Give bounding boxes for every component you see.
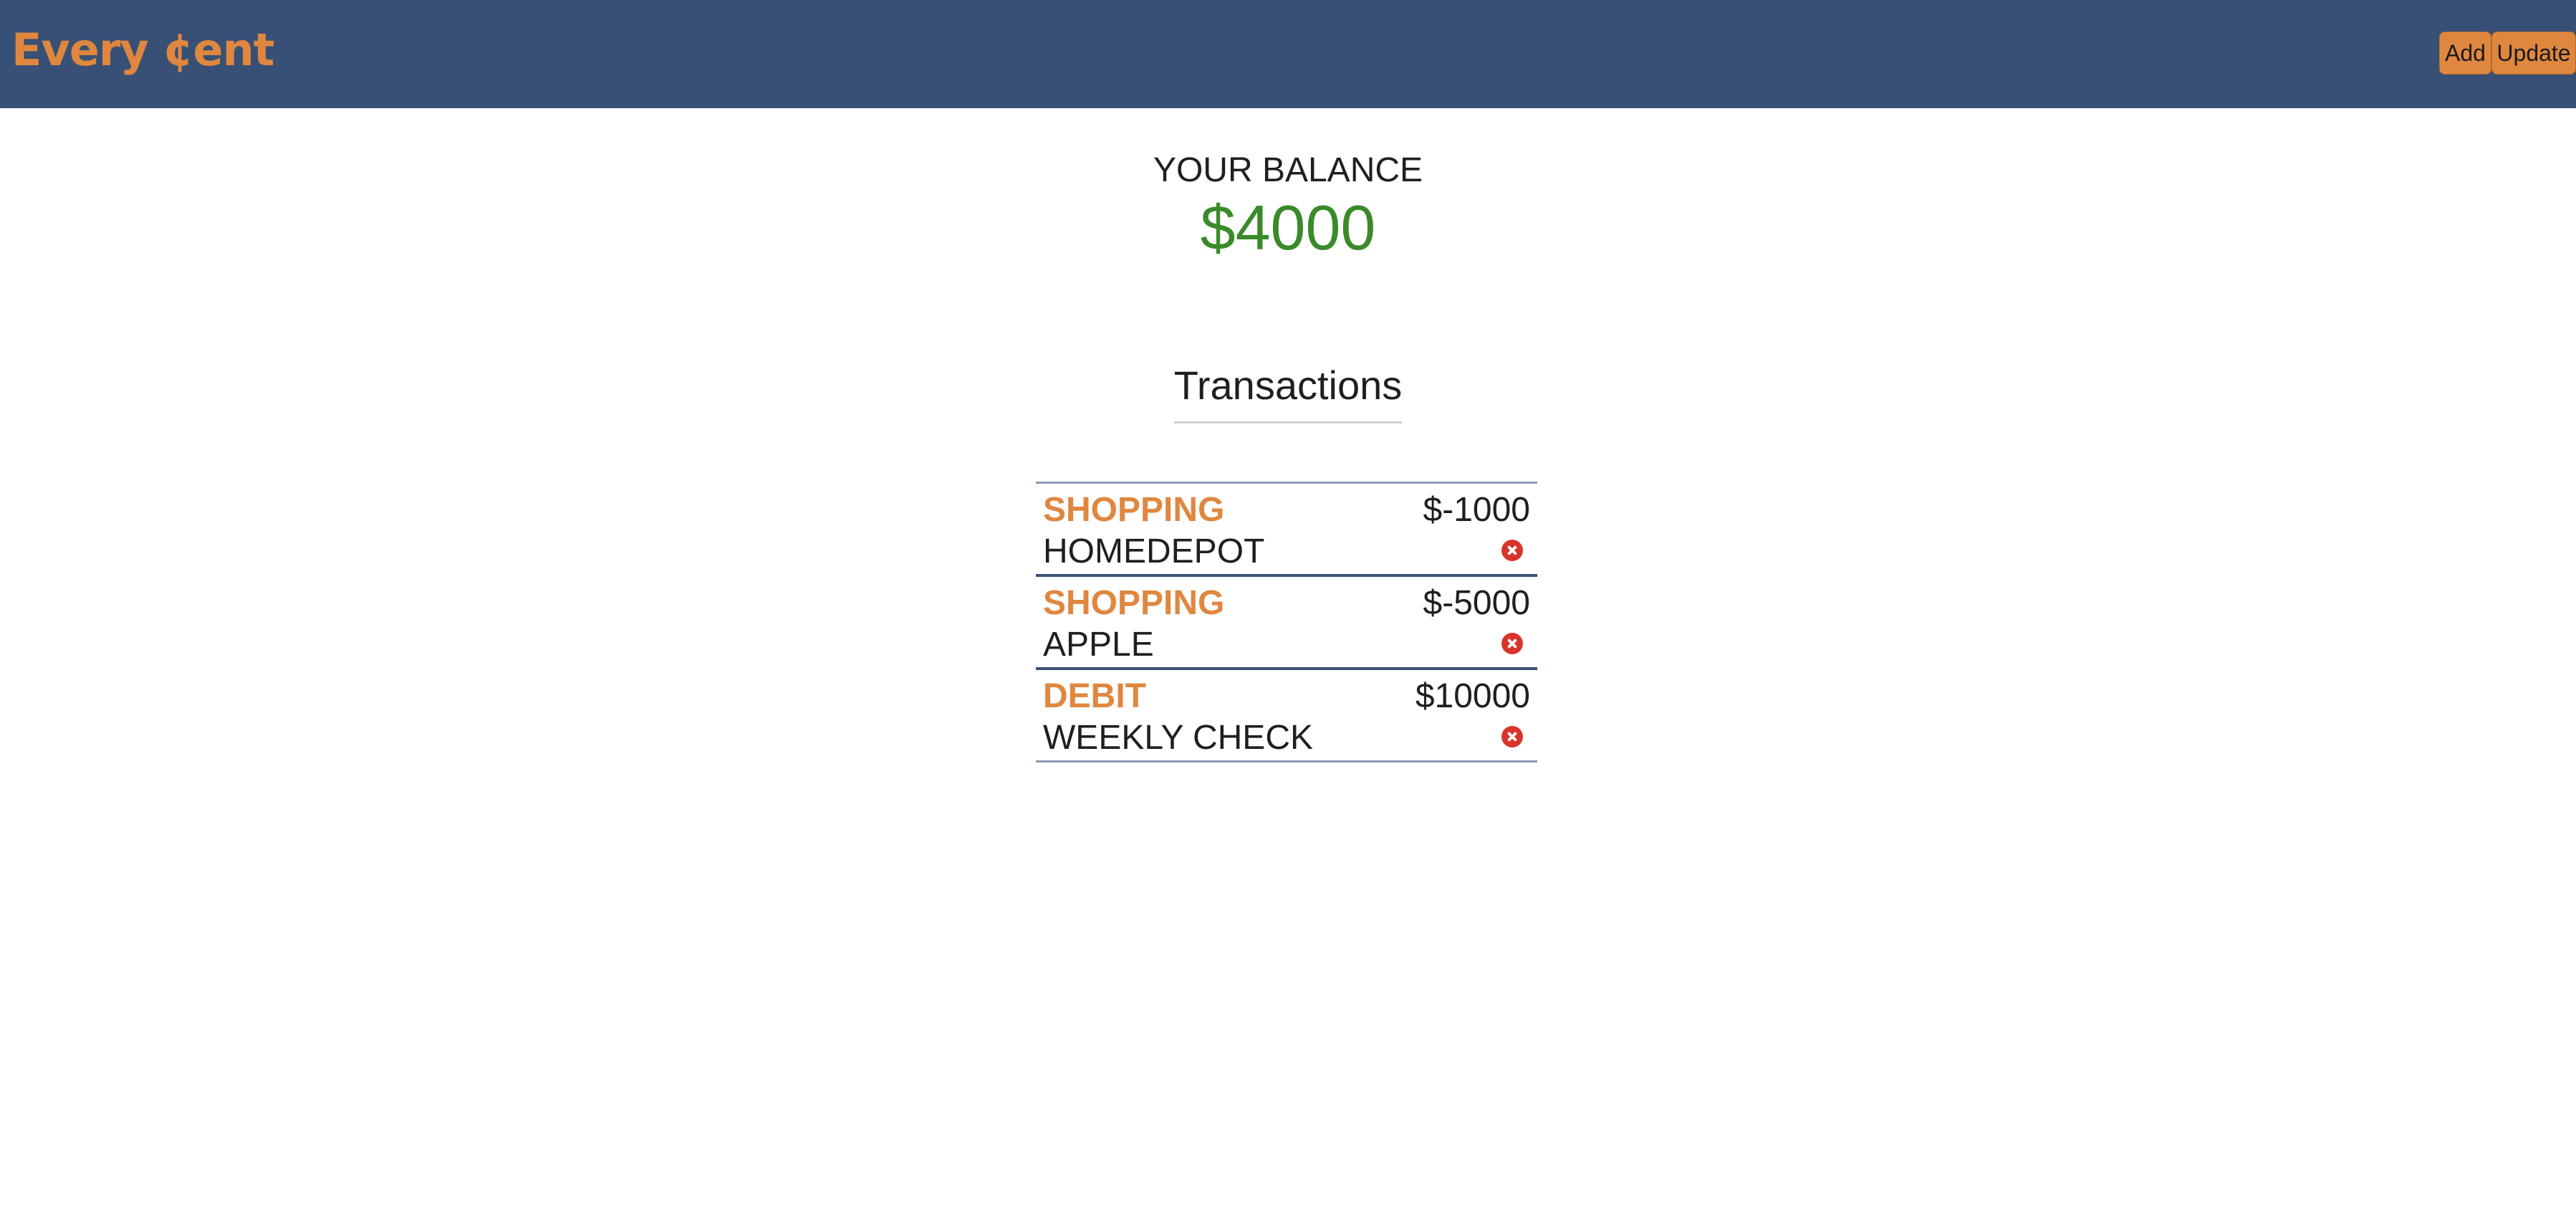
close-circle-icon[interactable] [1501,726,1523,747]
transaction-name: WEEKLY CHECK [1043,719,1313,757]
transaction-item: SHOPPING HOMEDEPOT $-1000 [1036,484,1537,577]
transaction-name: HOMEDEPOT [1043,532,1265,570]
transactions-header: Transactions [0,358,2576,424]
brand-logo[interactable]: Every ¢ent [11,21,274,79]
transactions-list: SHOPPING HOMEDEPOT $-1000 SHOPPING APPLE… [1036,482,1537,762]
transaction-category: SHOPPING [1043,491,1225,529]
transaction-name: APPLE [1043,626,1154,664]
close-circle-icon[interactable] [1501,633,1523,654]
update-button[interactable]: Update [2491,32,2576,75]
balance-label: YOUR BALANCE [1153,151,1423,189]
transaction-amount: $10000 [1415,677,1530,715]
close-circle-icon[interactable] [1501,540,1523,561]
transaction-amount: $-1000 [1423,491,1530,529]
add-button[interactable]: Add [2439,32,2491,75]
transaction-amount: $-5000 [1423,584,1530,622]
transaction-item: SHOPPING APPLE $-5000 [1036,577,1537,670]
balance-section: YOUR BALANCE $4000 [0,149,2576,264]
transaction-item: DEBIT WEEKLY CHECK $10000 [1036,670,1537,762]
nav-button-group: Add Update [2439,32,2576,75]
balance-amount: $4000 [1200,192,1376,263]
top-navbar: Every ¢ent Add Update [0,0,2576,108]
transactions-title: Transactions [1173,358,1403,424]
transaction-category: DEBIT [1043,677,1146,715]
transaction-category: SHOPPING [1043,584,1225,622]
